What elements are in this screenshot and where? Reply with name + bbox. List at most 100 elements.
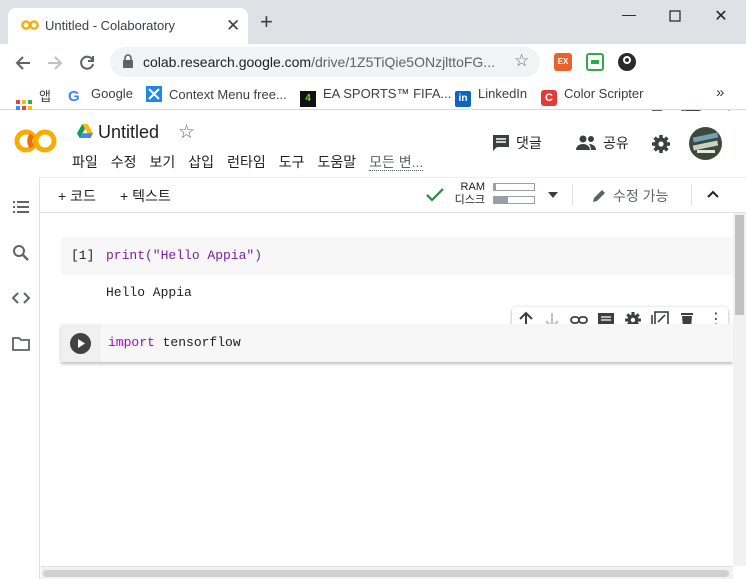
- bookmark-context-menu[interactable]: Context Menu free...: [146, 86, 287, 102]
- bookmark-ea-sports[interactable]: 4 EA SPORTS™ FIFA...: [300, 86, 451, 107]
- left-sidebar: [0, 177, 40, 579]
- ea-sports-icon: 4: [300, 91, 316, 107]
- forward-arrow-icon: [48, 56, 63, 70]
- more-bookmarks-icon[interactable]: »: [716, 84, 724, 101]
- bookmarks-bar: 앱 G Google Context Menu free... 4 EA SPORT…: [0, 80, 746, 116]
- cell-code[interactable]: print("Hello Appia"): [106, 248, 262, 263]
- url-path: /drive/1Z5TiQie5ONzjlttoFG...: [311, 54, 495, 70]
- add-text-cell-button[interactable]: + 텍스트: [120, 186, 171, 206]
- connected-check-icon: [426, 188, 444, 202]
- scrollbar-thumb[interactable]: [735, 215, 744, 315]
- bookmark-star-icon[interactable]: ☆: [514, 51, 529, 71]
- table-of-contents-icon[interactable]: [11, 197, 31, 217]
- edit-mode-button[interactable]: 수정 가능: [592, 186, 668, 206]
- browser-tabstrip: Untitled - Colaboratory ✕ + — ✕: [0, 0, 746, 44]
- code-snippets-icon[interactable]: [11, 288, 31, 308]
- back-button[interactable]: [10, 50, 36, 76]
- cell-gutter: [61, 324, 101, 362]
- menu-edit[interactable]: 수정: [111, 154, 137, 170]
- maximize-button[interactable]: [652, 6, 698, 26]
- forward-button[interactable]: [42, 50, 68, 76]
- notebook-toolbar: + 코드 + 텍스트 RAM 디스크 수정 가능: [40, 177, 746, 213]
- edit-mode-label: 수정 가능: [613, 188, 669, 204]
- comment-label: 댓글: [516, 135, 542, 151]
- settings-gear-icon[interactable]: [651, 134, 671, 154]
- run-cell-button[interactable]: [70, 333, 91, 354]
- comment-icon: [493, 135, 509, 151]
- reload-icon: [80, 55, 94, 70]
- menu-help[interactable]: 도움말: [317, 154, 356, 170]
- colab-favicon-icon: [21, 20, 39, 30]
- disk-label: 디스크: [454, 194, 485, 206]
- tab-title: Untitled - Colaboratory: [45, 18, 176, 33]
- url-host: colab.research.google.com: [143, 54, 312, 70]
- menu-view[interactable]: 보기: [150, 154, 176, 170]
- back-arrow-icon: [15, 56, 30, 70]
- google-g-icon: G: [68, 88, 80, 105]
- bookmark-linkedin[interactable]: in LinkedIn: [455, 86, 527, 107]
- menu-tools[interactable]: 도구: [279, 154, 305, 170]
- code-module: tensorflow: [154, 335, 241, 350]
- bookmark-color-scripter[interactable]: C Color Scripter: [541, 86, 643, 106]
- vertical-scrollbar[interactable]: [733, 213, 746, 566]
- play-icon: [78, 339, 85, 348]
- bookmark-google[interactable]: G Google: [68, 86, 133, 105]
- close-window-button[interactable]: ✕: [698, 6, 744, 26]
- cell-code[interactable]: import tensorflow: [108, 335, 241, 350]
- colab-logo-icon[interactable]: [14, 127, 58, 155]
- all-changes-saved-link[interactable]: 모든 변...: [369, 154, 424, 171]
- share-people-icon: [576, 135, 596, 150]
- green-extension-icon[interactable]: [586, 53, 604, 71]
- reload-button[interactable]: [74, 50, 100, 76]
- notebook-area: [1] print("Hello Appia") Hello Appia ⋮ i…: [41, 213, 733, 566]
- notebook-title[interactable]: Untitled: [98, 122, 159, 143]
- share-button[interactable]: 공유: [575, 133, 629, 153]
- minimize-button[interactable]: —: [606, 6, 652, 26]
- files-folder-icon[interactable]: [11, 334, 31, 354]
- horizontal-scrollbar[interactable]: [41, 566, 733, 579]
- record-extension-icon[interactable]: [618, 53, 636, 71]
- bookmark-label: Google: [91, 86, 133, 101]
- star-notebook-icon[interactable]: ☆: [178, 121, 195, 144]
- tab-close-icon[interactable]: ✕: [226, 16, 240, 36]
- google-drive-icon[interactable]: [77, 124, 93, 138]
- bookmark-label: Context Menu free...: [169, 87, 287, 102]
- code-cell-1[interactable]: [1] print("Hello Appia"): [61, 237, 733, 275]
- ram-label: RAM: [460, 181, 485, 193]
- share-label: 공유: [603, 135, 629, 151]
- add-code-cell-button[interactable]: + 코드: [58, 186, 96, 206]
- toolbar-divider: [691, 184, 692, 206]
- bookmark-label: EA SPORTS™ FIFA...: [323, 86, 452, 101]
- bookmark-label: LinkedIn: [478, 86, 528, 101]
- ram-usage-bar[interactable]: [493, 183, 535, 191]
- linkedin-icon: in: [455, 91, 471, 107]
- colab-header: Untitled ☆ 파일 수정 보기 삽입 런타임 도구 도움말 모든 변... 댓글 공유: [0, 111, 746, 177]
- toolbar-divider: [572, 184, 573, 206]
- search-icon[interactable]: [11, 243, 31, 263]
- color-scripter-icon: C: [541, 90, 557, 106]
- bookmark-label: Color Scripter: [564, 86, 644, 101]
- address-bar[interactable]: colab.research.google.com/drive/1Z5TiQie…: [110, 47, 540, 77]
- runtime-dropdown-icon[interactable]: [548, 192, 558, 198]
- code-keyword: import: [108, 335, 155, 350]
- maximize-icon: [669, 10, 681, 22]
- scrollbar-thumb[interactable]: [43, 570, 729, 577]
- menu-file[interactable]: 파일: [72, 154, 98, 170]
- code-cell-2[interactable]: import tensorflow: [61, 324, 733, 362]
- menu-runtime[interactable]: 런타임: [227, 154, 266, 170]
- collapse-header-chevron-up-icon[interactable]: [707, 190, 719, 198]
- new-tab-button[interactable]: +: [260, 11, 273, 33]
- cell-output: Hello Appia: [106, 285, 192, 300]
- resource-labels: RAM 디스크: [448, 181, 485, 207]
- colab-menubar: 파일 수정 보기 삽입 런타임 도구 도움말 모든 변...: [72, 152, 436, 172]
- browser-tab[interactable]: Untitled - Colaboratory ✕: [8, 8, 248, 44]
- pencil-icon: [593, 190, 605, 202]
- context-menu-x-icon: [146, 86, 162, 102]
- disk-usage-bar[interactable]: [493, 196, 535, 204]
- menu-insert[interactable]: 삽입: [188, 154, 214, 170]
- comment-button[interactable]: 댓글: [492, 133, 542, 153]
- lock-icon: [123, 54, 133, 68]
- ex-extension-icon[interactable]: EX: [554, 53, 572, 71]
- user-avatar[interactable]: [689, 127, 722, 160]
- url-text: colab.research.google.com/drive/1Z5TiQie…: [143, 54, 509, 70]
